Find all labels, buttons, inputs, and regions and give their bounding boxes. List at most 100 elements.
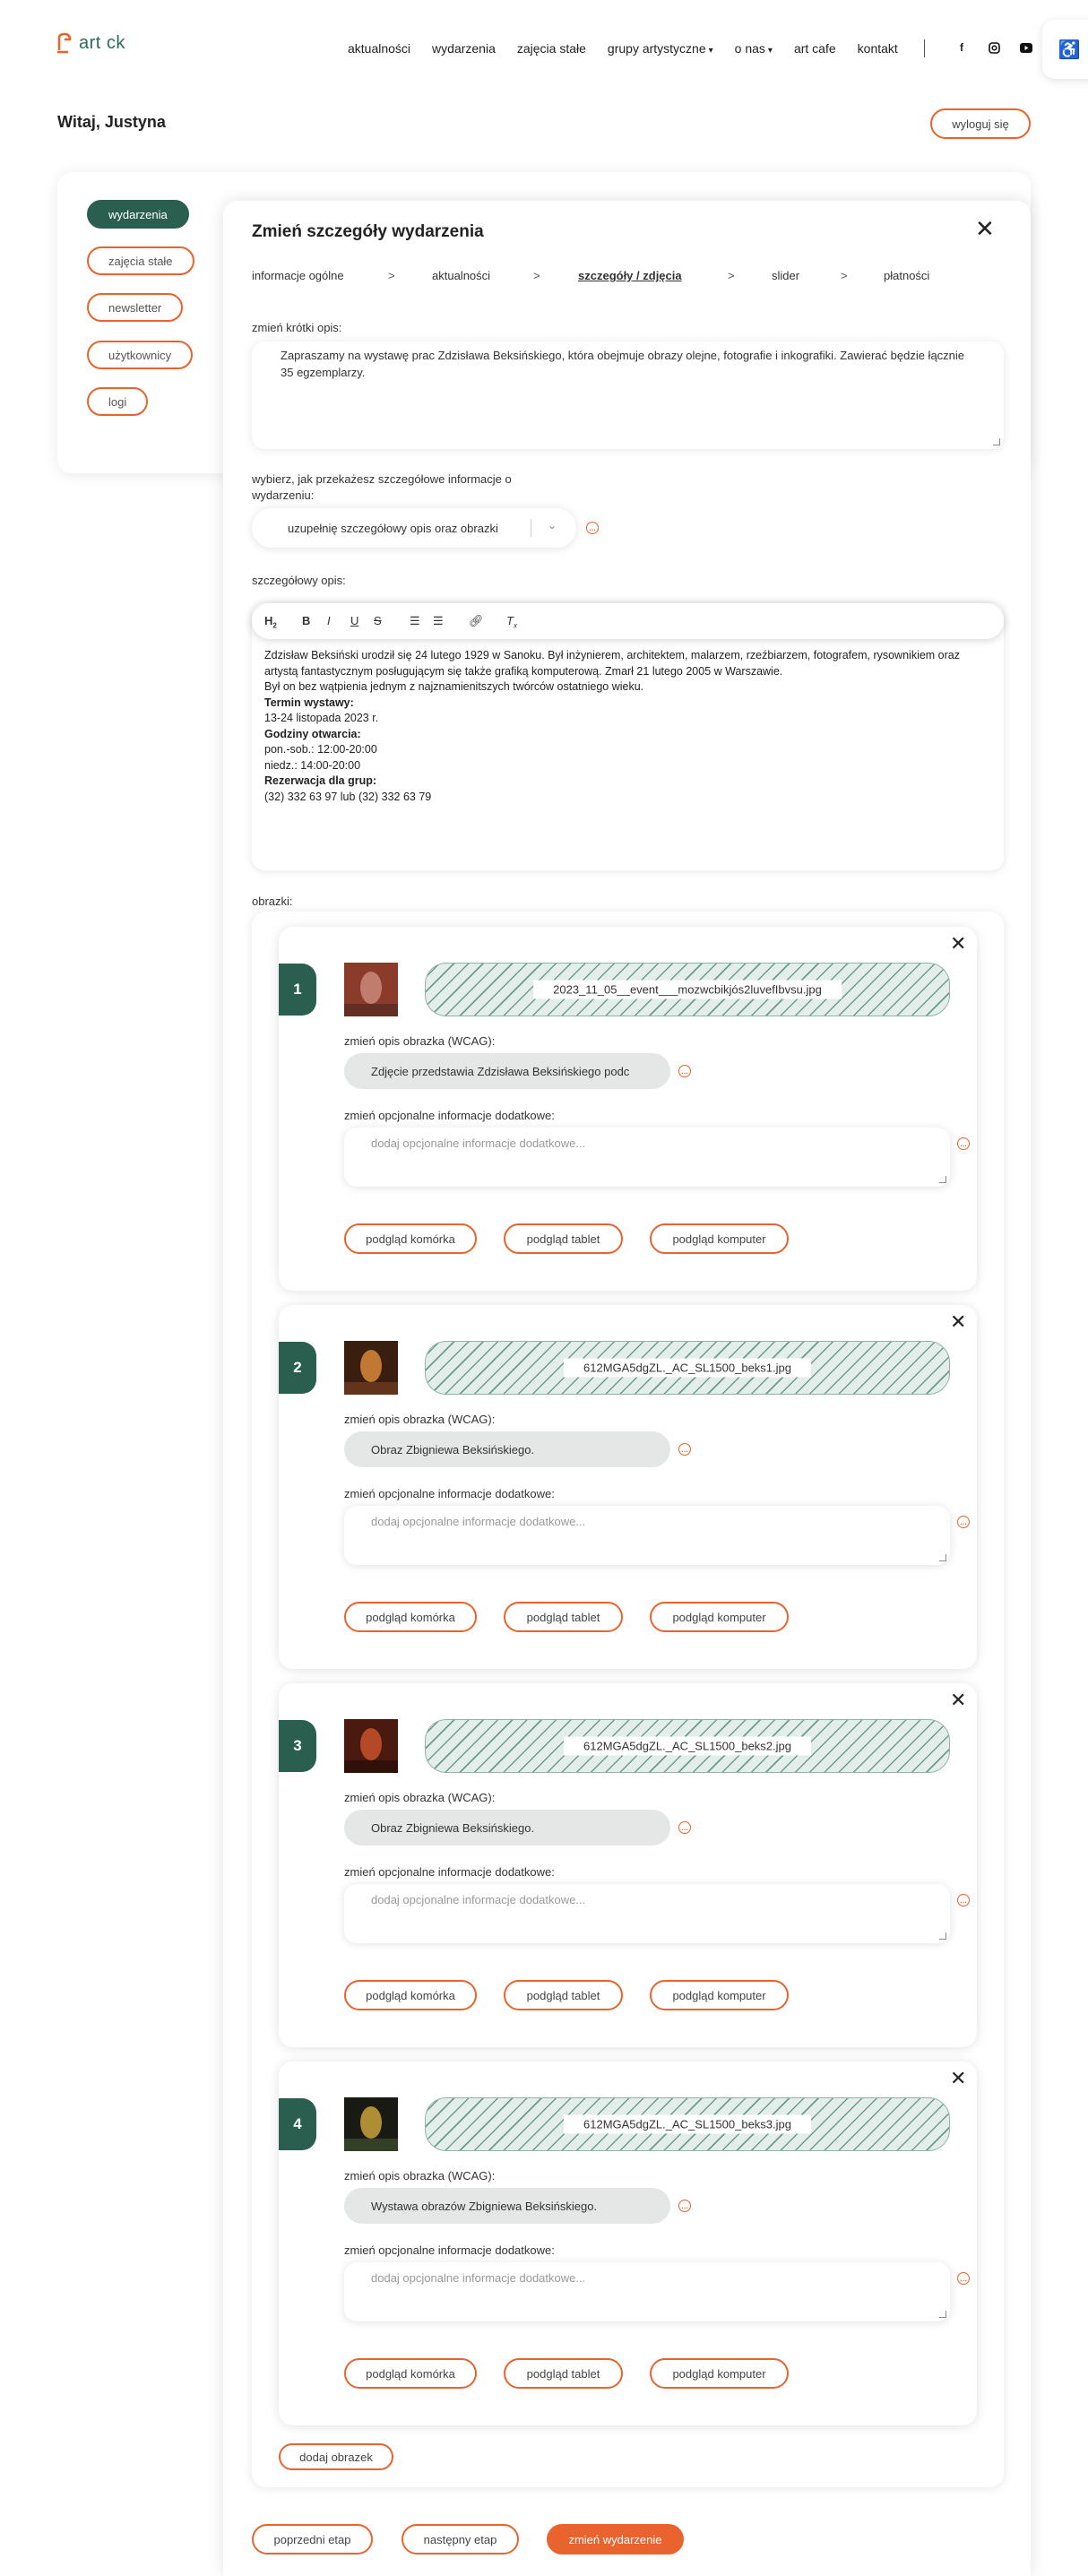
image-thumbnail[interactable]: [344, 2097, 398, 2151]
remove-image-icon[interactable]: ✕: [950, 2069, 966, 2088]
help-icon[interactable]: …: [957, 1516, 970, 1528]
preview-button[interactable]: podgląd tablet: [504, 2358, 623, 2389]
logout-button[interactable]: wyloguj się: [930, 108, 1031, 139]
preview-button[interactable]: podgląd komputer: [650, 2358, 789, 2389]
nav-item-aktualnosci[interactable]: aktualności: [348, 41, 410, 56]
extra-info-textarea[interactable]: dodaj opcjonalne informacje dodatkowe...: [344, 1128, 950, 1187]
chevron-right-icon: >: [728, 269, 735, 282]
logo[interactable]: art ck: [56, 32, 125, 54]
nav-item-o-nas[interactable]: o nas: [735, 41, 773, 56]
nav-item-art-cafe[interactable]: art cafe: [794, 41, 836, 56]
wcag-input[interactable]: Zdjęcie przedstawia Zdzisława Beksińskie…: [344, 1053, 670, 1089]
preview-button[interactable]: podgląd komputer: [650, 1602, 789, 1632]
youtube-icon[interactable]: [1020, 41, 1032, 54]
nav-item-kontakt[interactable]: kontakt: [858, 41, 898, 56]
strike-button[interactable]: S: [374, 614, 382, 627]
image-thumbnail[interactable]: [344, 1719, 398, 1773]
remove-image-icon[interactable]: ✕: [950, 934, 966, 954]
step-informacje[interactable]: informacje ogólne: [252, 269, 344, 282]
close-icon[interactable]: ✕: [975, 217, 995, 240]
file-upload-bar[interactable]: 2023_11_05__event___mozwcbikjós2luvefIbv…: [425, 963, 950, 1016]
help-icon[interactable]: …: [678, 1443, 691, 1456]
bullet-list-icon[interactable]: ☰: [433, 614, 444, 628]
facebook-icon[interactable]: f: [955, 41, 968, 54]
sidebar-item-uzytkownicy[interactable]: użytkownicy: [87, 341, 194, 369]
resize-handle[interactable]: [939, 2311, 946, 2318]
preview-button[interactable]: podgląd komórka: [344, 1602, 477, 1632]
file-upload-bar[interactable]: 612MGA5dgZL._AC_SL1500_beks2.jpg: [425, 1719, 950, 1773]
extra-info-label: zmień opcjonalne informacje dodatkowe:: [344, 1487, 555, 1500]
chevron-down-icon: ⌄: [547, 519, 557, 532]
help-icon[interactable]: …: [957, 2272, 970, 2285]
nav-item-grupy[interactable]: grupy artystyczne: [608, 41, 713, 56]
images-label: obrazki:: [252, 895, 293, 908]
sidebar-item-wydarzenia[interactable]: wydarzenia: [87, 200, 189, 229]
wcag-input[interactable]: Obraz Zbigniewa Beksińskiego.: [344, 1810, 670, 1846]
help-icon[interactable]: …: [678, 1065, 691, 1077]
help-icon[interactable]: …: [957, 1894, 970, 1906]
short-desc-value: Zapraszamy na wystawę prac Zdzisława Bek…: [281, 349, 965, 379]
extra-info-textarea[interactable]: dodaj opcjonalne informacje dodatkowe...: [344, 1506, 950, 1565]
instagram-icon[interactable]: [988, 41, 1000, 54]
sidebar-item-newsletter[interactable]: newsletter: [87, 293, 184, 322]
wcag-label: zmień opis obrazka (WCAG):: [344, 1034, 496, 1048]
help-icon[interactable]: …: [957, 1137, 970, 1150]
clear-format-icon[interactable]: Tx: [506, 614, 517, 630]
remove-image-icon[interactable]: ✕: [950, 1312, 966, 1332]
sidebar-item-logi[interactable]: logi: [87, 387, 149, 416]
add-image-button[interactable]: dodaj obrazek: [279, 2443, 393, 2470]
preview-button[interactable]: podgląd tablet: [504, 1980, 623, 2010]
step-szczegoly[interactable]: szczegóły / zdjęcia: [578, 269, 682, 282]
thumbnail-picture: [344, 963, 398, 1016]
image-thumbnail[interactable]: [344, 1341, 398, 1395]
thumbnail-picture: [344, 1341, 398, 1395]
next-step-button[interactable]: następny etap: [402, 2524, 519, 2554]
short-desc-textarea[interactable]: Zapraszamy na wystawę prac Zdzisława Bek…: [252, 341, 1004, 449]
file-upload-bar[interactable]: 612MGA5dgZL._AC_SL1500_beks1.jpg: [425, 1341, 950, 1395]
help-icon[interactable]: …: [586, 522, 599, 534]
link-icon[interactable]: 🔗︎: [469, 614, 484, 628]
choose-label: wybierz, jak przekażesz szczegółowe info…: [252, 472, 512, 502]
step-slider[interactable]: slider: [772, 269, 799, 282]
prev-step-button[interactable]: poprzedni etap: [252, 2524, 373, 2554]
nav-item-zajecia[interactable]: zajęcia stałe: [517, 41, 586, 56]
resize-handle[interactable]: [939, 1176, 946, 1183]
preview-button[interactable]: podgląd komórka: [344, 1223, 477, 1254]
chevron-right-icon: >: [533, 269, 540, 282]
italic-button[interactable]: I: [327, 614, 331, 627]
preview-button[interactable]: podgląd komórka: [344, 2358, 477, 2389]
resize-handle[interactable]: [993, 438, 1000, 445]
preview-button[interactable]: podgląd komputer: [650, 1223, 789, 1254]
resize-handle[interactable]: [939, 1932, 946, 1940]
submit-event-button[interactable]: zmień wydarzenie: [547, 2524, 684, 2554]
step-platnosci[interactable]: płatności: [884, 269, 929, 282]
sidebar-item-zajecia[interactable]: zajęcia stałe: [87, 246, 194, 275]
reservation-label: Rezerwacja dla grup:: [264, 774, 377, 787]
underline-button[interactable]: U: [350, 614, 358, 627]
wcag-input[interactable]: Obraz Zbigniewa Beksińskiego.: [344, 1431, 670, 1467]
nav-item-wydarzenia[interactable]: wydarzenia: [432, 41, 496, 56]
preview-button[interactable]: podgląd tablet: [504, 1602, 623, 1632]
bold-button[interactable]: B: [302, 614, 310, 627]
chevron-right-icon: >: [388, 269, 395, 282]
wcag-input[interactable]: Wystawa obrazów Zbigniewa Beksińskiego.: [344, 2188, 670, 2224]
detail-mode-select[interactable]: uzupełnię szczegółowy opis oraz obrazki …: [252, 508, 576, 548]
help-icon[interactable]: …: [678, 1821, 691, 1834]
accessibility-button[interactable]: ♿: [1042, 20, 1088, 79]
extra-info-textarea[interactable]: dodaj opcjonalne informacje dodatkowe...: [344, 2262, 950, 2321]
ordered-list-icon[interactable]: ☰: [410, 614, 420, 628]
remove-image-icon[interactable]: ✕: [950, 1690, 966, 1710]
heading-button[interactable]: H2: [264, 614, 277, 630]
resize-handle[interactable]: [939, 1554, 946, 1561]
step-aktualnosci[interactable]: aktualności: [432, 269, 490, 282]
preview-button[interactable]: podgląd tablet: [504, 1223, 623, 1254]
file-upload-bar[interactable]: 612MGA5dgZL._AC_SL1500_beks3.jpg: [425, 2097, 950, 2151]
help-icon[interactable]: …: [678, 2200, 691, 2212]
image-number-badge: 3: [279, 1720, 316, 1772]
extra-info-textarea[interactable]: dodaj opcjonalne informacje dodatkowe...: [344, 1884, 950, 1943]
preview-button[interactable]: podgląd komputer: [650, 1980, 789, 2010]
extra-info-label: zmień opcjonalne informacje dodatkowe:: [344, 1865, 555, 1879]
preview-button[interactable]: podgląd komórka: [344, 1980, 477, 2010]
image-thumbnail[interactable]: [344, 963, 398, 1016]
logo-icon: [56, 32, 73, 54]
